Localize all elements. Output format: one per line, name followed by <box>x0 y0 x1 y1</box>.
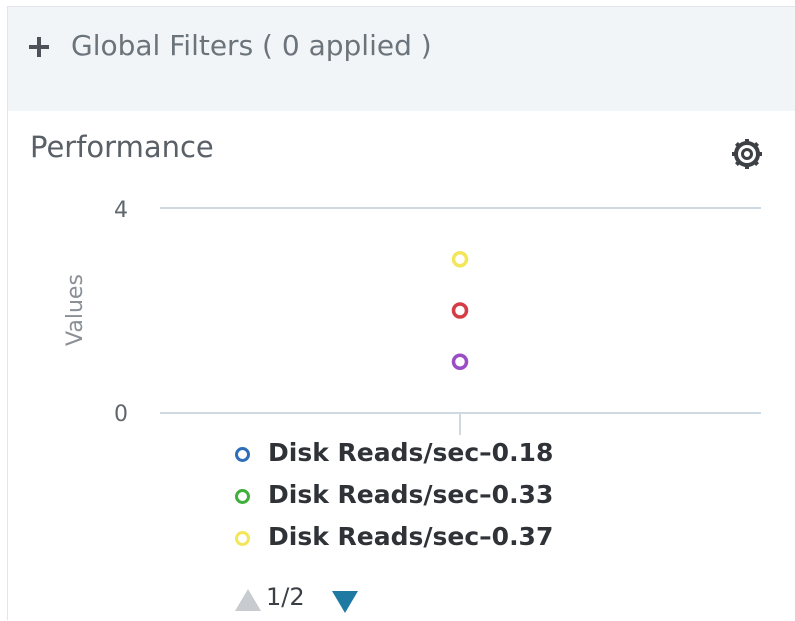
pager-down-arrow-icon[interactable] <box>332 591 358 613</box>
legend-label: Disk Reads/sec–0.37 <box>268 522 554 551</box>
legend-marker <box>235 447 250 462</box>
data-point-2[interactable] <box>451 302 469 319</box>
legend-label: Disk Reads/sec–0.18 <box>268 438 554 467</box>
legend-marker <box>235 489 250 504</box>
legend-marker <box>235 531 250 546</box>
y-tick-label-bottom: 0 <box>114 402 128 427</box>
y-tick-label-top: 4 <box>114 198 128 223</box>
pager-page-indicator: 1/2 <box>266 583 305 611</box>
y-axis-label: Values <box>63 274 88 346</box>
legend-label: Disk Reads/sec–0.33 <box>268 480 554 509</box>
performance-widget: Global Filters ( 0 applied ) Performance… <box>7 6 795 620</box>
pager-up-arrow-icon[interactable] <box>235 589 261 611</box>
data-points <box>451 251 469 370</box>
data-point-3[interactable] <box>451 353 469 370</box>
data-point-1[interactable] <box>451 251 469 268</box>
